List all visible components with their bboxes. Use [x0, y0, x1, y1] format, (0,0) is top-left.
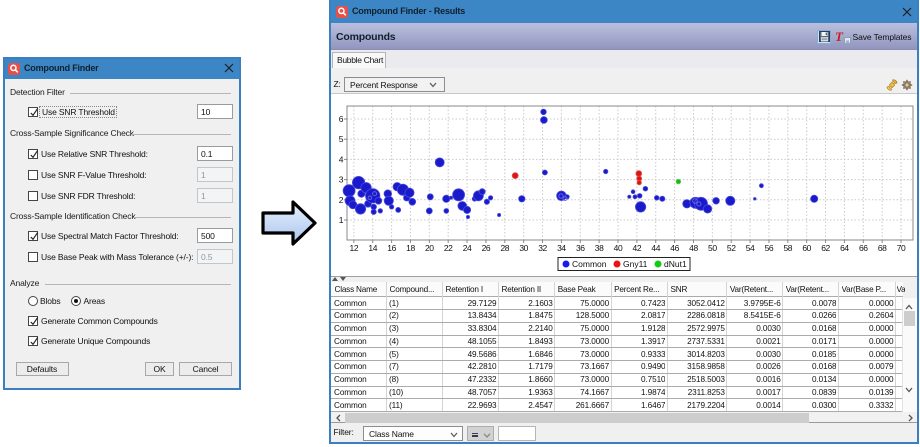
svg-text:38: 38 — [595, 243, 604, 253]
svg-text:6: 6 — [339, 114, 344, 124]
svg-text:20: 20 — [425, 243, 434, 253]
svg-text:dNut1: dNut1 — [664, 259, 687, 269]
svg-text:4: 4 — [339, 154, 344, 164]
svg-text:16: 16 — [387, 243, 396, 253]
svg-text:30: 30 — [519, 243, 528, 253]
svg-text:68: 68 — [878, 243, 887, 253]
svg-text:18: 18 — [406, 243, 415, 253]
svg-text:64: 64 — [840, 243, 849, 253]
svg-text:46: 46 — [670, 243, 679, 253]
svg-text:40: 40 — [614, 243, 623, 253]
svg-text:70: 70 — [897, 243, 906, 253]
svg-text:58: 58 — [783, 243, 792, 253]
svg-text:28: 28 — [500, 243, 509, 253]
svg-text:2: 2 — [339, 195, 344, 205]
svg-text:50: 50 — [708, 243, 717, 253]
svg-text:32: 32 — [538, 243, 547, 253]
svg-text:60: 60 — [802, 243, 811, 253]
svg-text:52: 52 — [727, 243, 736, 253]
svg-text:Common: Common — [572, 259, 607, 269]
svg-text:66: 66 — [859, 243, 868, 253]
svg-text:14: 14 — [368, 243, 377, 253]
svg-text:34: 34 — [557, 243, 566, 253]
svg-text:Gny11: Gny11 — [623, 259, 648, 269]
svg-text:44: 44 — [651, 243, 660, 253]
svg-text:62: 62 — [821, 243, 830, 253]
svg-text:12: 12 — [350, 243, 359, 253]
svg-text:36: 36 — [576, 243, 585, 253]
svg-text:54: 54 — [746, 243, 755, 253]
svg-text:42: 42 — [633, 243, 642, 253]
svg-text:48: 48 — [689, 243, 698, 253]
svg-text:24: 24 — [463, 243, 472, 253]
svg-text:22: 22 — [444, 243, 453, 253]
svg-text:5: 5 — [339, 134, 344, 144]
svg-text:1: 1 — [339, 215, 344, 225]
svg-text:56: 56 — [765, 243, 774, 253]
svg-text:3: 3 — [339, 175, 344, 185]
svg-text:26: 26 — [482, 243, 491, 253]
